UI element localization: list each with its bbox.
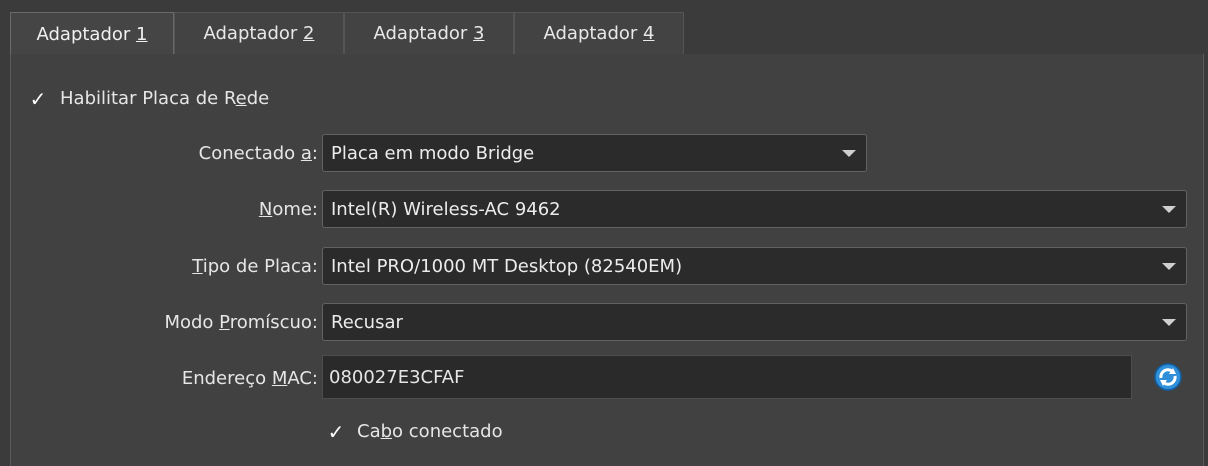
- enable-adapter-checkbox[interactable]: ✓: [28, 87, 48, 111]
- chevron-down-icon: [842, 150, 856, 157]
- label-mnemonic: e: [235, 88, 247, 109]
- tab-label-prefix: Adaptador: [203, 23, 304, 44]
- label-part: o conectado: [392, 421, 503, 442]
- promiscuous-mode-value: Recusar: [331, 311, 403, 333]
- tab-adaptador-1[interactable]: Adaptador 1: [10, 12, 174, 55]
- attached-to-select[interactable]: Placa em modo Bridge: [322, 134, 867, 172]
- mac-address-label: Endereço MAC:: [182, 368, 318, 389]
- label-mnemonic: T: [192, 256, 203, 277]
- tab-adaptador-2[interactable]: Adaptador 2: [174, 12, 344, 54]
- name-select[interactable]: Intel(R) Wireless-AC 9462: [322, 190, 1187, 228]
- adapter-type-label: Tipo de Placa:: [192, 256, 318, 277]
- label-mnemonic: M: [271, 368, 288, 389]
- label-part: Ca: [357, 421, 381, 442]
- label-part: Modo: [164, 312, 220, 333]
- attached-to-label: Conectado a:: [199, 143, 318, 164]
- promiscuous-mode-select[interactable]: Recusar: [322, 303, 1187, 341]
- name-value: Intel(R) Wireless-AC 9462: [331, 198, 561, 220]
- label-part: :: [311, 143, 318, 164]
- label-mnemonic: N: [258, 199, 273, 220]
- label-mnemonic: P: [219, 312, 230, 333]
- tab-adaptador-3[interactable]: Adaptador 3: [344, 12, 514, 54]
- chevron-down-icon: [1162, 263, 1176, 270]
- chevron-down-icon: [1162, 206, 1176, 213]
- mac-address-input[interactable]: 080027E3CFAF: [322, 355, 1132, 399]
- label-part: AC:: [287, 368, 318, 389]
- refresh-mac-icon[interactable]: [1153, 362, 1183, 392]
- tab-label-prefix: Adaptador: [373, 23, 474, 44]
- label-part: Endereço: [181, 368, 272, 389]
- enable-adapter-label[interactable]: Habilitar Placa de Rede: [60, 88, 269, 109]
- cable-connected-checkbox[interactable]: ✓: [326, 420, 346, 444]
- label-part: Habilitar Placa de R: [60, 88, 236, 109]
- chevron-down-icon: [1162, 319, 1176, 326]
- label-mnemonic: a: [300, 143, 312, 164]
- tab-label-key: 1: [136, 23, 148, 45]
- label-part: ipo de Placa:: [202, 256, 318, 277]
- tab-label-prefix: Adaptador: [543, 23, 644, 44]
- tab-adaptador-4[interactable]: Adaptador 4: [514, 12, 684, 54]
- tab-label-key: 2: [303, 23, 315, 44]
- adapter-type-value: Intel PRO/1000 MT Desktop (82540EM): [331, 255, 683, 277]
- label-part: romíscuo:: [229, 312, 318, 333]
- adapter-type-select[interactable]: Intel PRO/1000 MT Desktop (82540EM): [322, 247, 1187, 285]
- label-part: ome:: [272, 199, 318, 220]
- cable-connected-label[interactable]: Cabo conectado: [357, 421, 503, 442]
- label-part: de: [246, 88, 270, 109]
- promiscuous-mode-label: Modo Promíscuo:: [164, 312, 318, 333]
- tab-label-key: 4: [643, 23, 655, 44]
- attached-to-value: Placa em modo Bridge: [331, 142, 535, 164]
- name-label: Nome:: [259, 199, 318, 220]
- label-part: Conectado: [198, 143, 301, 164]
- tab-label-prefix: Adaptador: [36, 23, 137, 45]
- mac-address-value: 080027E3CFAF: [329, 366, 465, 388]
- label-mnemonic: b: [380, 421, 393, 442]
- adapter-tabs: Adaptador 1 Adaptador 2 Adaptador 3 Adap…: [10, 12, 1204, 55]
- tab-label-key: 3: [473, 23, 485, 44]
